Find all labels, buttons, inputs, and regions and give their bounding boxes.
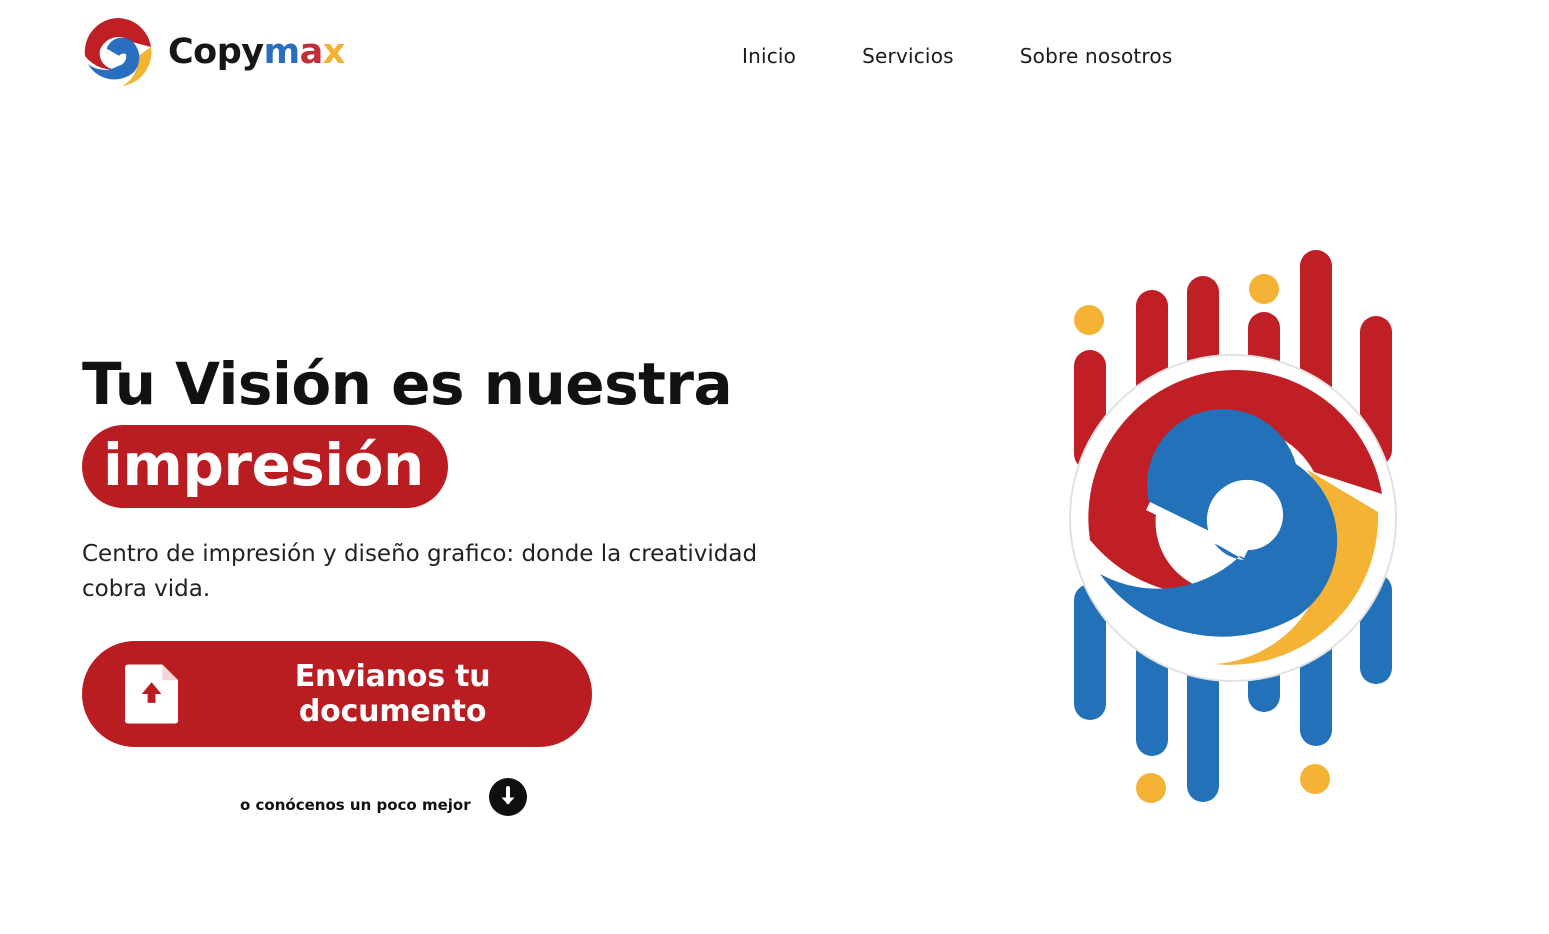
nav-link-inicio[interactable]: Inicio xyxy=(742,42,796,70)
nav-link-sobre-nosotros[interactable]: Sobre nosotros xyxy=(1020,42,1173,70)
copymax-logo-icon xyxy=(83,17,153,87)
logo-text-m: m xyxy=(263,31,300,72)
hero-title: Tu Visión es nuestra xyxy=(82,350,733,418)
logo-text-a: a xyxy=(299,31,324,72)
hero-title-highlight-text: impresión xyxy=(103,430,424,499)
logo-wordmark: Copymax xyxy=(168,31,346,72)
logo-link[interactable]: Copymax xyxy=(82,16,345,88)
hero-subtitle: Centro de impresión y diseño grafico: do… xyxy=(82,541,758,602)
send-document-button[interactable]: Envianos tu documento xyxy=(82,641,592,747)
page: Copymax Inicio Servicios Sobre nosotros … xyxy=(0,0,1549,934)
send-document-label: Envianos tu documento xyxy=(294,659,491,729)
main-nav: Inicio Servicios Sobre nosotros xyxy=(742,42,1172,70)
hero-title-highlight: impresión xyxy=(82,425,448,508)
logo-text-x: x xyxy=(322,31,346,72)
logo-text-copy: Copy xyxy=(168,31,264,72)
document-upload-icon xyxy=(125,664,179,724)
arrow-down-circle-icon[interactable] xyxy=(488,778,527,816)
nav-link-servicios[interactable]: Servicios xyxy=(862,42,954,70)
learn-more-label: o conócenos un poco mejor xyxy=(240,796,471,814)
learn-more-link[interactable]: o conócenos un poco mejor xyxy=(240,778,527,816)
copymax-emblem-illustration xyxy=(1069,250,1397,803)
